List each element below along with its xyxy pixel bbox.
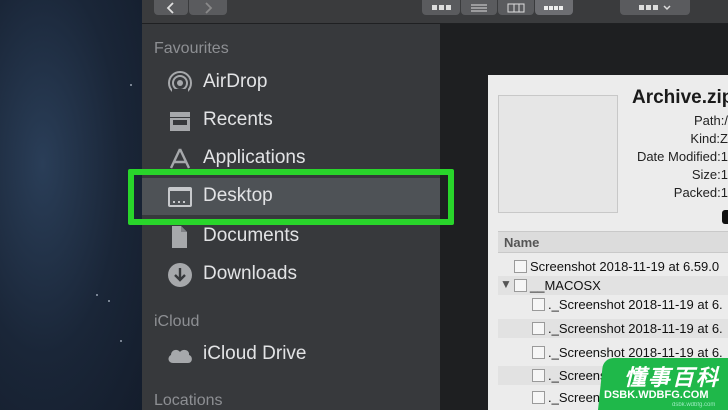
sidebar-item-desktop[interactable]: Desktop <box>142 178 440 215</box>
file-checkbox[interactable] <box>532 322 545 335</box>
sidebar-item-downloads[interactable]: Downloads <box>142 256 440 293</box>
sidebar-item-label: AirDrop <box>203 71 268 92</box>
sidebar-item-label: iCloud Drive <box>203 343 307 364</box>
star-decoration <box>108 300 110 302</box>
gallery-icon <box>544 5 563 10</box>
favourites-heading: Favourites <box>154 40 229 57</box>
star-decoration <box>120 340 122 342</box>
row-label: __MACOSX <box>530 278 601 293</box>
meta-packed: Packed:1 <box>674 185 728 200</box>
archive-thumbnail <box>498 95 618 213</box>
grid-icon <box>432 4 451 10</box>
desktop-wallpaper <box>0 0 142 410</box>
applications-icon <box>166 145 194 173</box>
disclosure-triangle-icon[interactable]: ▼ <box>500 277 512 291</box>
table-row[interactable]: ._Screenshot 2018-11-19 at 6. <box>498 319 728 338</box>
view-gallery-button[interactable] <box>535 0 573 15</box>
chevron-right-icon <box>205 1 213 14</box>
sidebar-item-icloud-drive[interactable]: iCloud Drive <box>142 336 440 373</box>
sidebar-item-airdrop[interactable]: AirDrop <box>142 64 440 101</box>
folder-checkbox[interactable] <box>514 279 527 292</box>
file-checkbox[interactable] <box>532 369 545 382</box>
meta-value: Z <box>720 131 728 146</box>
recents-icon <box>166 107 194 135</box>
desktop-icon <box>166 183 194 211</box>
file-checkbox[interactable] <box>532 346 545 359</box>
sidebar-item-label: Downloads <box>203 263 297 284</box>
content-area: Archive.zip Path:/ Kind:Z Date Modified:… <box>440 24 728 410</box>
row-label: ._Screenshot 2018-11-19 at 6. <box>548 297 723 312</box>
icloud-heading: iCloud <box>154 313 200 330</box>
row-label: ._Screenshot 2018-11-19 at 6. <box>548 321 723 336</box>
table-row[interactable]: ▼ __MACOSX <box>498 276 728 295</box>
meta-value: 1 <box>720 167 728 182</box>
star-decoration <box>130 84 132 86</box>
meta-label: Date Modified: <box>636 149 721 164</box>
meta-value: 1 <box>720 149 728 164</box>
sidebar-item-label: Recents <box>203 109 273 130</box>
list-icon <box>471 4 487 11</box>
toolbar <box>142 0 728 24</box>
locations-heading: Locations <box>154 392 223 409</box>
meta-kind: Kind:Z <box>690 131 728 146</box>
group-by-button[interactable] <box>620 0 690 15</box>
view-list-button[interactable] <box>461 0 497 15</box>
watermark-small-url: dsbk.wdbfg.com <box>672 402 716 408</box>
sidebar-item-label: Desktop <box>203 185 273 206</box>
meta-date-modified: Date Modified:1 <box>637 149 728 164</box>
file-checkbox[interactable] <box>532 391 545 404</box>
watermark-logo-text: 懂事百科 <box>624 365 721 390</box>
meta-size: Size:1 <box>692 167 728 182</box>
sidebar-item-label: Documents <box>203 225 300 246</box>
file-checkbox[interactable] <box>532 298 545 311</box>
name-column-header[interactable]: Name <box>498 231 728 253</box>
forward-button[interactable] <box>189 0 227 15</box>
table-row[interactable]: ._Screenshot 2018-11-19 at 6. <box>498 295 728 314</box>
downloads-icon <box>166 261 194 289</box>
row-label: Screenshot 2018-11-19 at 6.59.0 <box>530 259 720 274</box>
sidebar-item-applications[interactable]: Applications <box>142 140 440 177</box>
star-decoration <box>96 294 98 296</box>
meta-label: Kind: <box>690 131 721 146</box>
back-button[interactable] <box>154 0 188 15</box>
meta-label: Packed: <box>673 185 721 200</box>
columns-icon <box>507 3 525 12</box>
meta-label: Path: <box>694 113 725 128</box>
meta-value: / <box>724 113 728 128</box>
meta-label: Size: <box>691 167 721 182</box>
view-icons-button[interactable] <box>422 0 460 15</box>
view-columns-button[interactable] <box>498 0 534 15</box>
sidebar: Favourites AirDrop Recents Applications … <box>142 24 440 410</box>
finder-window: Favourites AirDrop Recents Applications … <box>142 0 728 410</box>
file-checkbox[interactable] <box>514 260 527 273</box>
row-label: ._Screens <box>548 368 607 383</box>
meta-value: 1 <box>720 185 728 200</box>
sidebar-item-label: Applications <box>203 147 306 168</box>
watermark-url: DSBK.WDBFG.COM <box>604 389 709 401</box>
table-row[interactable]: Screenshot 2018-11-19 at 6.59.0 <box>498 257 728 276</box>
archive-title: Archive.zip <box>632 87 728 108</box>
cloud-icon <box>166 341 194 369</box>
group-grid-icon <box>639 4 671 10</box>
airdrop-icon <box>166 69 194 97</box>
documents-icon <box>166 223 194 251</box>
meta-path: Path:/ <box>694 113 728 128</box>
sidebar-item-documents[interactable]: Documents <box>142 218 440 255</box>
open-button[interactable] <box>722 210 728 224</box>
chevron-left-icon <box>166 1 174 14</box>
sidebar-item-recents[interactable]: Recents <box>142 102 440 139</box>
